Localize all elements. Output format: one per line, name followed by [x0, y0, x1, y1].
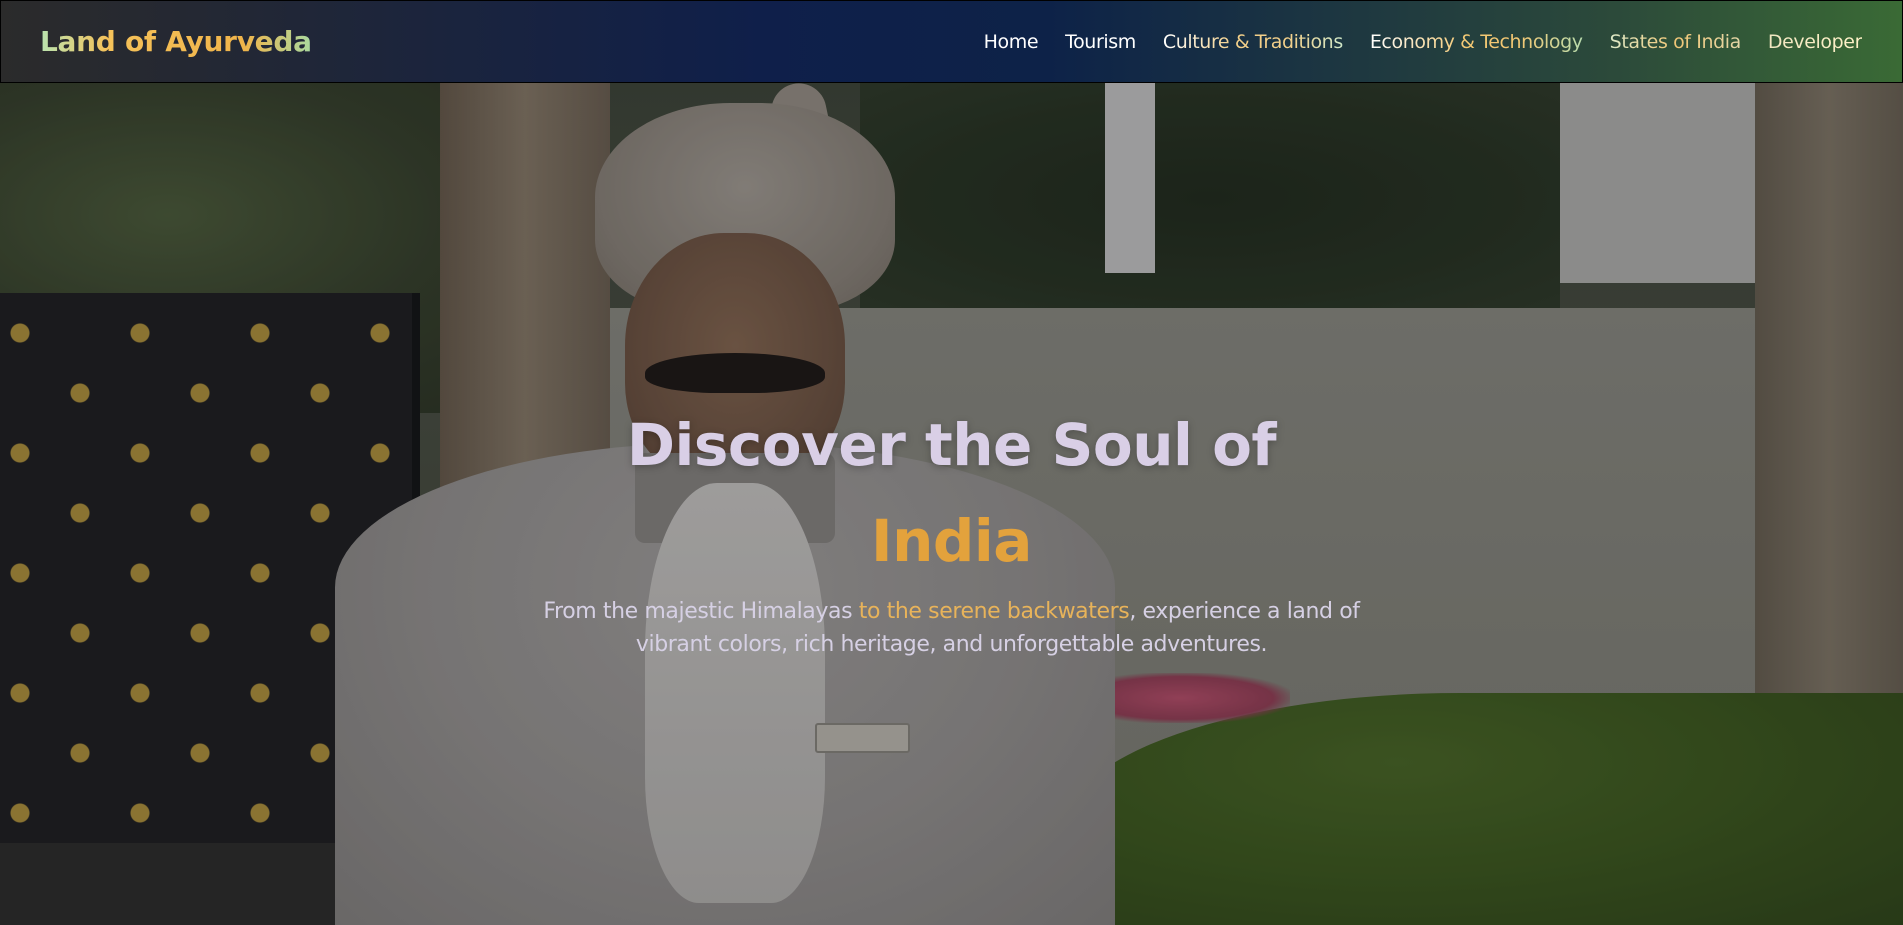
nav-link-developer[interactable]: Developer: [1768, 31, 1863, 53]
hero-content: Discover the Soul of India From the maje…: [0, 83, 1903, 925]
hero-title: Discover the Soul of: [626, 411, 1277, 479]
nav-links: Home Tourism Culture & Traditions Econom…: [957, 31, 1863, 53]
nav-link-home[interactable]: Home: [984, 31, 1039, 53]
hero-subtitle: From the majestic Himalayas to the seren…: [520, 595, 1383, 661]
nav-link-tourism[interactable]: Tourism: [1065, 31, 1136, 53]
hero-subtitle-part1: From the majestic Himalayas: [543, 599, 859, 624]
nav-link-states-of-india[interactable]: States of India: [1610, 31, 1742, 53]
hero-subtitle-highlight: to the serene backwaters: [858, 599, 1130, 624]
hero-title-accent: India: [871, 507, 1032, 575]
hero-section: Discover the Soul of India From the maje…: [0, 83, 1903, 925]
nav-link-culture-traditions[interactable]: Culture & Traditions: [1163, 31, 1343, 53]
nav-link-economy-technology[interactable]: Economy & Technology: [1370, 31, 1583, 53]
brand-logo[interactable]: Land of Ayurveda: [40, 25, 312, 58]
navbar: Land of Ayurveda Home Tourism Culture & …: [0, 0, 1903, 83]
